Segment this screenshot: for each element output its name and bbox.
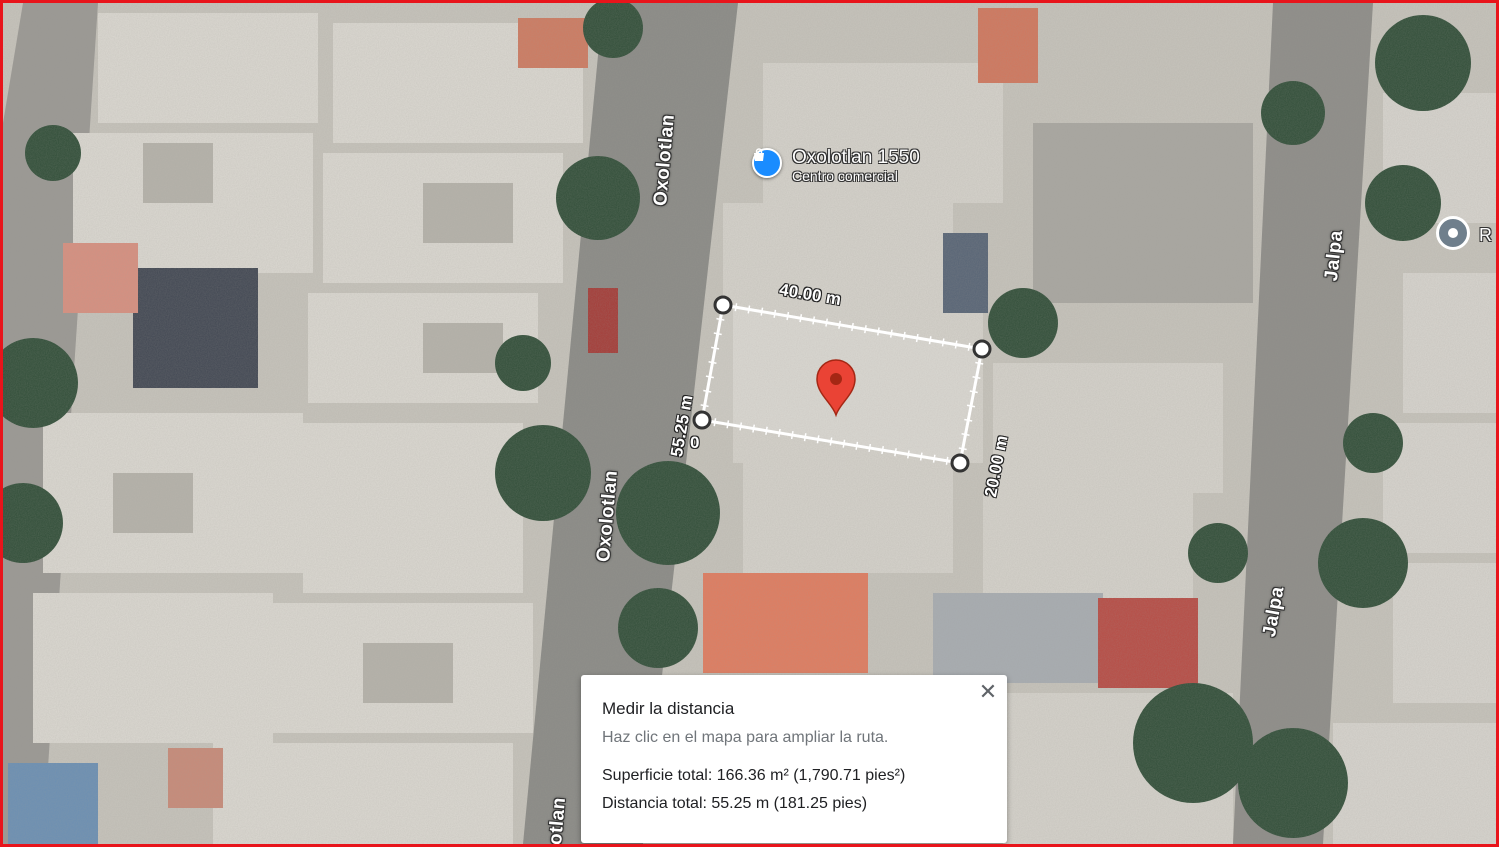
road-label-oxolotlan-south: otlan <box>545 796 571 844</box>
measure-distance-card: ✕ Medir la distancia Haz clic en el mapa… <box>581 675 1007 843</box>
poi-category: Centro comercial <box>792 168 898 184</box>
card-hint: Haz clic en el mapa para ampliar la ruta… <box>602 729 889 746</box>
vertex-handle <box>713 295 733 315</box>
poi-oxolotlan-1550[interactable]: Oxolotlan 1550 Centro comercial <box>752 148 920 183</box>
card-title: Medir la distancia <box>602 699 735 718</box>
close-icon[interactable]: ✕ <box>977 681 999 703</box>
total-area: Superficie total: 166.36 m² (1,790.71 pi… <box>602 767 906 784</box>
poi-name: Oxolotlan 1550 <box>792 147 920 168</box>
shopping-bag-icon <box>752 148 782 178</box>
measure-label-start: 0 <box>690 433 700 452</box>
total-distance: Distancia total: 55.25 m (181.25 pies) <box>602 795 868 812</box>
poi-secondary-label: R <box>1479 225 1492 245</box>
screenshot-frame: Oxolotlan Oxolotlan otlan Jalpa Jalpa 40… <box>0 0 1499 847</box>
vertex-handle <box>972 339 992 359</box>
place-icon[interactable] <box>1436 216 1470 250</box>
vertex-handle <box>950 453 970 473</box>
vertex-handle <box>692 410 712 430</box>
satellite-map[interactable]: Oxolotlan Oxolotlan otlan Jalpa Jalpa 40… <box>3 3 1496 844</box>
